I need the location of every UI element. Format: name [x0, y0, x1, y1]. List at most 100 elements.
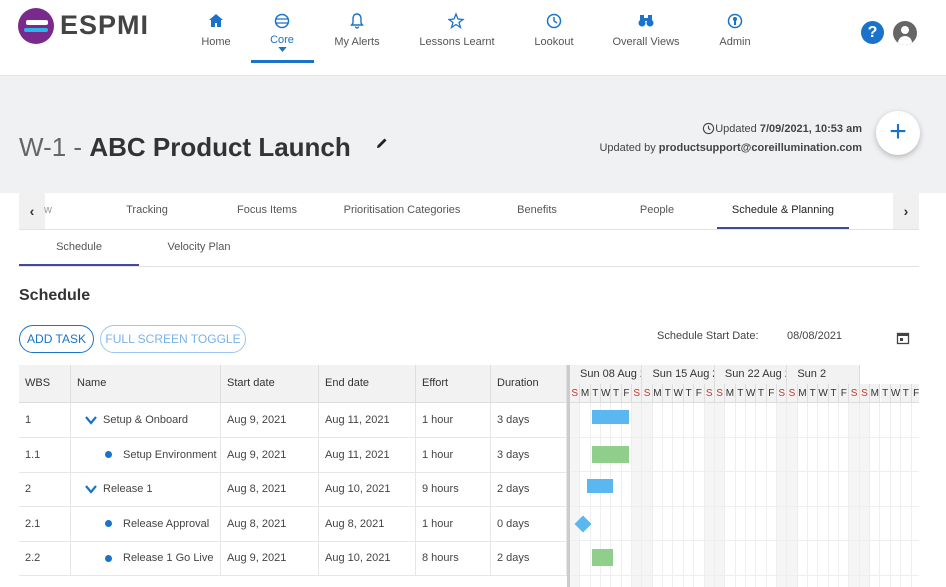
- gantt-day-header: S: [570, 384, 581, 403]
- help-icon[interactable]: ?: [861, 21, 884, 44]
- user-avatar-icon[interactable]: [893, 21, 917, 45]
- logo-text: ESPMI: [60, 10, 150, 40]
- cell-text: Aug 9, 2021: [227, 448, 287, 461]
- cell-effort: 1 hour: [416, 506, 491, 541]
- tab-tracking[interactable]: Tracking: [111, 193, 183, 229]
- tab-focus-items[interactable]: Focus Items: [224, 193, 310, 229]
- gantt-day-column: [736, 403, 746, 587]
- gantt-day-header: M: [797, 384, 809, 403]
- gantt-day-column: [881, 403, 891, 587]
- column-header-effort[interactable]: Effort: [416, 365, 491, 403]
- cell-start: Aug 9, 2021: [221, 403, 319, 437]
- tab-prioritisation-categories[interactable]: Prioritisation Categories: [337, 193, 467, 229]
- cell-text: Setup & Onboard: [103, 414, 189, 426]
- column-header-wbs[interactable]: WBS: [19, 365, 71, 403]
- schedule-start-date-label: Schedule Start Date:: [657, 330, 759, 342]
- gantt-day-header: T: [756, 384, 767, 403]
- lookout-icon: [546, 13, 562, 29]
- nav-admin[interactable]: Admin: [716, 8, 754, 62]
- nav-my-alerts[interactable]: My Alerts: [333, 8, 381, 62]
- cell-effort: 9 hours: [416, 472, 491, 506]
- cell-text: Release Approval: [123, 517, 210, 530]
- gantt-day-header: W: [673, 384, 684, 403]
- gantt-day-header: F: [839, 384, 850, 403]
- gantt-chart: Sun 08 Aug 2021Sun 15 Aug 2021Sun 22 Aug…: [567, 365, 919, 587]
- tab-benefits[interactable]: Benefits: [503, 193, 571, 229]
- cell-text: Aug 8, 2021: [325, 517, 385, 530]
- subtab-schedule[interactable]: Schedule: [19, 230, 139, 266]
- tabs-scroll-right-button[interactable]: ›: [893, 193, 919, 229]
- table-row[interactable]: 2.2 Release 1 Go Live Aug 9, 2021 Aug 10, 2…: [19, 541, 567, 576]
- cell-text: 1 hour: [422, 517, 454, 530]
- updated-prefix: Updated: [715, 123, 760, 135]
- espmi-logo[interactable]: ESPMI: [18, 6, 158, 46]
- gantt-day-header: T: [611, 384, 622, 403]
- page-title: W-1 - ABC Product Launch: [19, 132, 351, 163]
- gantt-day-column: [725, 403, 736, 587]
- gantt-parent-bar[interactable]: [592, 410, 629, 424]
- table-row[interactable]: 2 Release 1 Aug 8, 2021 Aug 10, 2021 9 hours…: [19, 472, 567, 507]
- nav-home[interactable]: Home: [196, 8, 236, 62]
- gantt-day-header: F: [766, 384, 777, 403]
- tabs-scroll-left-button[interactable]: ‹: [19, 193, 45, 229]
- gantt-day-column: [580, 403, 591, 587]
- gantt-week-header: Sun 22 Aug 2021: [714, 365, 788, 384]
- add-task-button[interactable]: ADD TASK: [19, 325, 94, 353]
- chevron-down-icon[interactable]: [85, 484, 97, 494]
- gantt-week-header: Sun 08 Aug 2021: [570, 365, 643, 384]
- nav-core[interactable]: Core: [262, 8, 302, 62]
- gantt-task-bar[interactable]: [592, 549, 614, 566]
- gantt-day-header: M: [725, 384, 736, 403]
- project-tabs: ‹ w Tracking Focus Items Prioritisation …: [19, 193, 919, 230]
- nav-lessons-learnt[interactable]: Lessons Learnt: [418, 8, 496, 62]
- nav-lessons-learnt-label: Lessons Learnt: [419, 36, 495, 48]
- full-screen-toggle-button[interactable]: FULL SCREEN TOGGLE: [100, 325, 246, 353]
- gantt-week-header: Sun 2: [787, 365, 860, 384]
- admin-icon: [727, 13, 743, 29]
- calendar-icon[interactable]: [896, 331, 910, 345]
- schedule-start-date-value[interactable]: 08/08/2021: [787, 330, 842, 342]
- gantt-day-header: M: [870, 384, 881, 403]
- column-header-name[interactable]: Name: [71, 365, 221, 403]
- gantt-day-header: S: [849, 384, 860, 403]
- add-fab-button[interactable]: +: [876, 111, 920, 155]
- gantt-day-column: [870, 403, 881, 587]
- gantt-parent-bar[interactable]: [587, 479, 614, 493]
- gantt-row-divider: [570, 574, 919, 576]
- nav-overall-views[interactable]: Overall Views: [612, 8, 680, 62]
- table-row[interactable]: 2.1 Release Approval Aug 8, 2021 Aug 8, 202…: [19, 506, 567, 542]
- gantt-header-divider: [570, 402, 919, 403]
- tab-partial[interactable]: w: [43, 193, 53, 229]
- column-header-end-date[interactable]: End date: [319, 365, 416, 403]
- gantt-day-column: [839, 403, 850, 587]
- gantt-day-header: T: [808, 384, 819, 403]
- column-header-start-date[interactable]: Start date: [221, 365, 319, 403]
- pencil-edit-icon[interactable]: [375, 136, 389, 150]
- table-row[interactable]: 1.1 Setup Environment Aug 9, 2021 Aug 11, 2…: [19, 437, 567, 473]
- column-header-duration[interactable]: Duration: [491, 365, 567, 403]
- tab-schedule-planning[interactable]: Schedule & Planning: [717, 193, 849, 229]
- gantt-day-header: W: [818, 384, 829, 403]
- gantt-day-column: [912, 403, 919, 587]
- gantt-day-column: [891, 403, 902, 587]
- gantt-day-header: T: [828, 384, 840, 403]
- gantt-day-header: T: [880, 384, 891, 403]
- nav-lookout[interactable]: Lookout: [531, 8, 577, 62]
- gantt-day-column: [901, 403, 912, 587]
- cell-duration: 3 days: [491, 437, 567, 472]
- project-code: W-1 -: [19, 132, 83, 162]
- task-grid: WBS Name Start date End date Effort Dura…: [19, 365, 567, 587]
- subtab-velocity-plan[interactable]: Velocity Plan: [139, 230, 259, 266]
- nav-overall-views-label: Overall Views: [612, 36, 680, 48]
- gantt-day-header: F: [911, 384, 919, 403]
- cell-duration: 2 days: [491, 472, 567, 506]
- bullet-dot-icon: [105, 451, 112, 459]
- gantt-day-column: [859, 403, 871, 587]
- chevron-down-icon[interactable]: [85, 415, 97, 425]
- cell-text: Release 1: [103, 483, 153, 495]
- table-row[interactable]: 1 Setup & Onboard Aug 9, 2021 Aug 11, 2021 1…: [19, 403, 567, 438]
- tab-people[interactable]: People: [625, 193, 689, 229]
- gantt-day-column: [746, 403, 757, 587]
- cell-duration: 3 days: [491, 403, 567, 437]
- gantt-task-bar[interactable]: [592, 445, 629, 463]
